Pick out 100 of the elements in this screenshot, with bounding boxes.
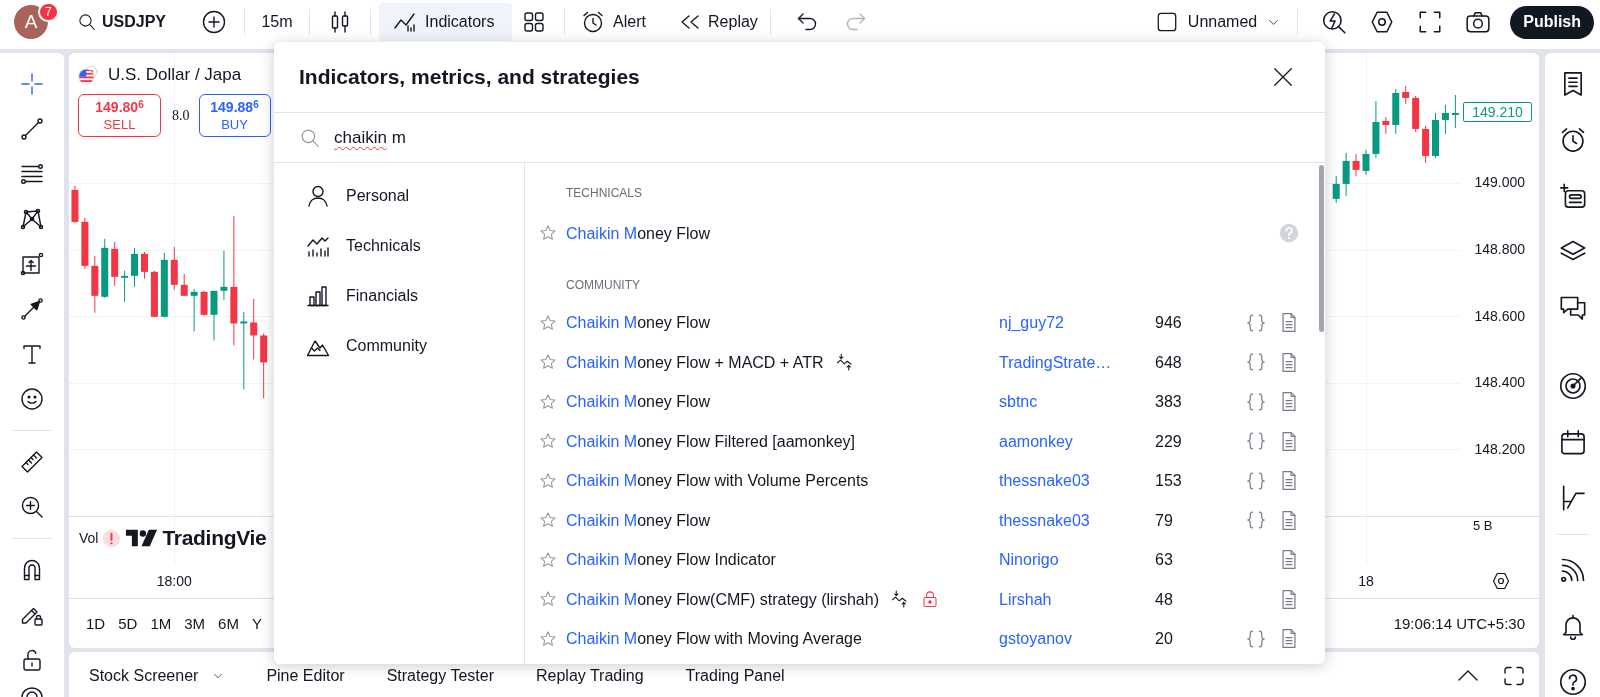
price-label: 148.400: [1474, 374, 1525, 392]
indicator-name[interactable]: Chaikin Money Flow: [566, 510, 711, 530]
panel-tab[interactable]: Stock Screener: [89, 665, 225, 687]
panel-tab[interactable]: Replay Trading: [535, 665, 644, 687]
alarm-clock-icon: [581, 10, 606, 34]
author-link[interactable]: Ninorigo: [999, 550, 1059, 570]
likes-count: 229: [1155, 431, 1182, 451]
candle: [260, 332, 268, 399]
star-icon[interactable]: [539, 511, 557, 530]
document-icon: [1282, 313, 1296, 333]
candle: [1372, 100, 1380, 159]
author-link[interactable]: thessnake03: [999, 510, 1090, 530]
smiley-icon: [20, 387, 44, 411]
range-button[interactable]: Y: [248, 610, 265, 637]
document-icon: [1282, 629, 1296, 649]
dialog-title: Indicators, metrics, and strategies: [299, 64, 640, 90]
candle: [250, 298, 258, 360]
volume-label: Vol: [79, 529, 99, 547]
last-price-label: 149.210: [1463, 102, 1532, 122]
indicator-name[interactable]: Chaikin Money Flow(CMF) strategy (lirshah): [566, 589, 879, 609]
candle: [141, 251, 148, 280]
range-button[interactable]: 1M: [147, 610, 175, 637]
fullscreen-icon: [1417, 9, 1444, 35]
axis-settings-button[interactable]: [1490, 570, 1512, 592]
document-icon: [1282, 510, 1296, 530]
candle: [1412, 95, 1420, 133]
target-icon: [1558, 372, 1587, 400]
indicator-name[interactable]: Chaikin Money Flow Indicator: [566, 550, 776, 570]
star-icon[interactable]: [539, 224, 557, 242]
close-button[interactable]: [1272, 66, 1294, 88]
star-icon[interactable]: [539, 313, 557, 332]
category-item[interactable]: Technicals: [274, 221, 524, 271]
open-lock-icon: [20, 648, 44, 672]
text-icon: [20, 342, 44, 366]
panel-tab[interactable]: Trading Panel: [685, 665, 785, 687]
indicator-name[interactable]: Chaikin Money Flow + MACD + ATR: [566, 352, 824, 372]
scrollbar[interactable]: [1319, 165, 1324, 332]
candle: [210, 290, 218, 341]
indicator-name[interactable]: Chaikin Money Flow: [566, 313, 711, 333]
publish-button[interactable]: Publish: [1510, 5, 1594, 39]
author-link[interactable]: nj_guy72: [999, 313, 1064, 333]
maximize-button[interactable]: [1501, 665, 1527, 687]
section-title: TECHNICALS: [566, 185, 642, 201]
star-icon[interactable]: [539, 629, 557, 648]
replay-button[interactable]: Replay: [670, 3, 763, 41]
plus-icon: [202, 10, 227, 34]
candle: [1392, 88, 1400, 135]
star-icon[interactable]: [539, 392, 557, 411]
arrow-icon: [20, 297, 44, 321]
star-icon[interactable]: [539, 550, 557, 569]
range-button[interactable]: 1D: [83, 610, 109, 637]
likes-count: 20: [1155, 629, 1173, 649]
indicator-name[interactable]: Chaikin Money Flow Filtered [aamonkey]: [566, 431, 855, 451]
document-icon: [1282, 589, 1296, 609]
indicator-name[interactable]: Chaikin Money Flow with Volume Percents: [566, 471, 869, 491]
broadcast-icon: [1558, 556, 1587, 584]
panel-tab[interactable]: Strategy Tester: [386, 665, 494, 687]
author-link[interactable]: sbtnc: [999, 392, 1038, 412]
author-link[interactable]: Lirshah: [999, 589, 1052, 609]
star-icon[interactable]: [539, 471, 557, 490]
candle: [71, 185, 79, 224]
author-link[interactable]: gstoyanov: [999, 629, 1072, 649]
category-item[interactable]: Community: [274, 321, 524, 371]
timezone-button[interactable]: 19:06:14 UTC+5:30: [1393, 610, 1525, 637]
search-field[interactable]: chaikin m: [274, 112, 1325, 163]
indicator-name[interactable]: Chaikin Money Flow: [566, 392, 711, 412]
search-icon: [78, 13, 96, 31]
horizontal-lines-icon: [20, 162, 44, 186]
author-link[interactable]: TradingStrate…: [999, 352, 1112, 372]
candle: [121, 270, 129, 303]
candle: [91, 255, 99, 314]
category-item[interactable]: Personal: [274, 171, 524, 221]
range-button[interactable]: 5D: [115, 610, 141, 637]
indicator-name[interactable]: Chaikin Money Flow: [566, 223, 711, 243]
panel-tab[interactable]: Pine Editor: [266, 665, 345, 687]
range-button[interactable]: 6M: [215, 610, 242, 637]
symbol-search-button[interactable]: USDJPY: [72, 3, 173, 41]
document-icon: [1282, 550, 1296, 570]
buy-button[interactable]: 149.88$^{6}$ BUY: [198, 94, 271, 137]
star-icon[interactable]: [539, 590, 557, 609]
candle: [170, 246, 178, 291]
indicators-button[interactable]: Indicators: [379, 3, 513, 41]
layout-menu-button[interactable]: Unnamed: [1146, 3, 1290, 41]
sell-button[interactable]: 149.80$^{6}$ SELL: [78, 94, 161, 137]
document-icon: [1282, 471, 1296, 491]
interval-button[interactable]: 15m: [253, 3, 302, 41]
candle: [101, 238, 109, 299]
alert-button[interactable]: Alert: [573, 3, 654, 41]
star-icon[interactable]: [539, 432, 557, 451]
range-button[interactable]: 3M: [181, 610, 209, 637]
person-icon: [306, 184, 330, 208]
candle: [1382, 116, 1390, 135]
category-item[interactable]: Financials: [274, 271, 524, 321]
indicator-name[interactable]: Chaikin Money Flow with Moving Average: [566, 629, 862, 649]
author-link[interactable]: thessnake03: [999, 471, 1090, 491]
author-link[interactable]: aamonkey: [999, 431, 1073, 451]
star-icon[interactable]: [539, 353, 557, 372]
time-label: 18: [1358, 572, 1374, 590]
candle: [220, 250, 228, 301]
candle: [1402, 85, 1410, 105]
